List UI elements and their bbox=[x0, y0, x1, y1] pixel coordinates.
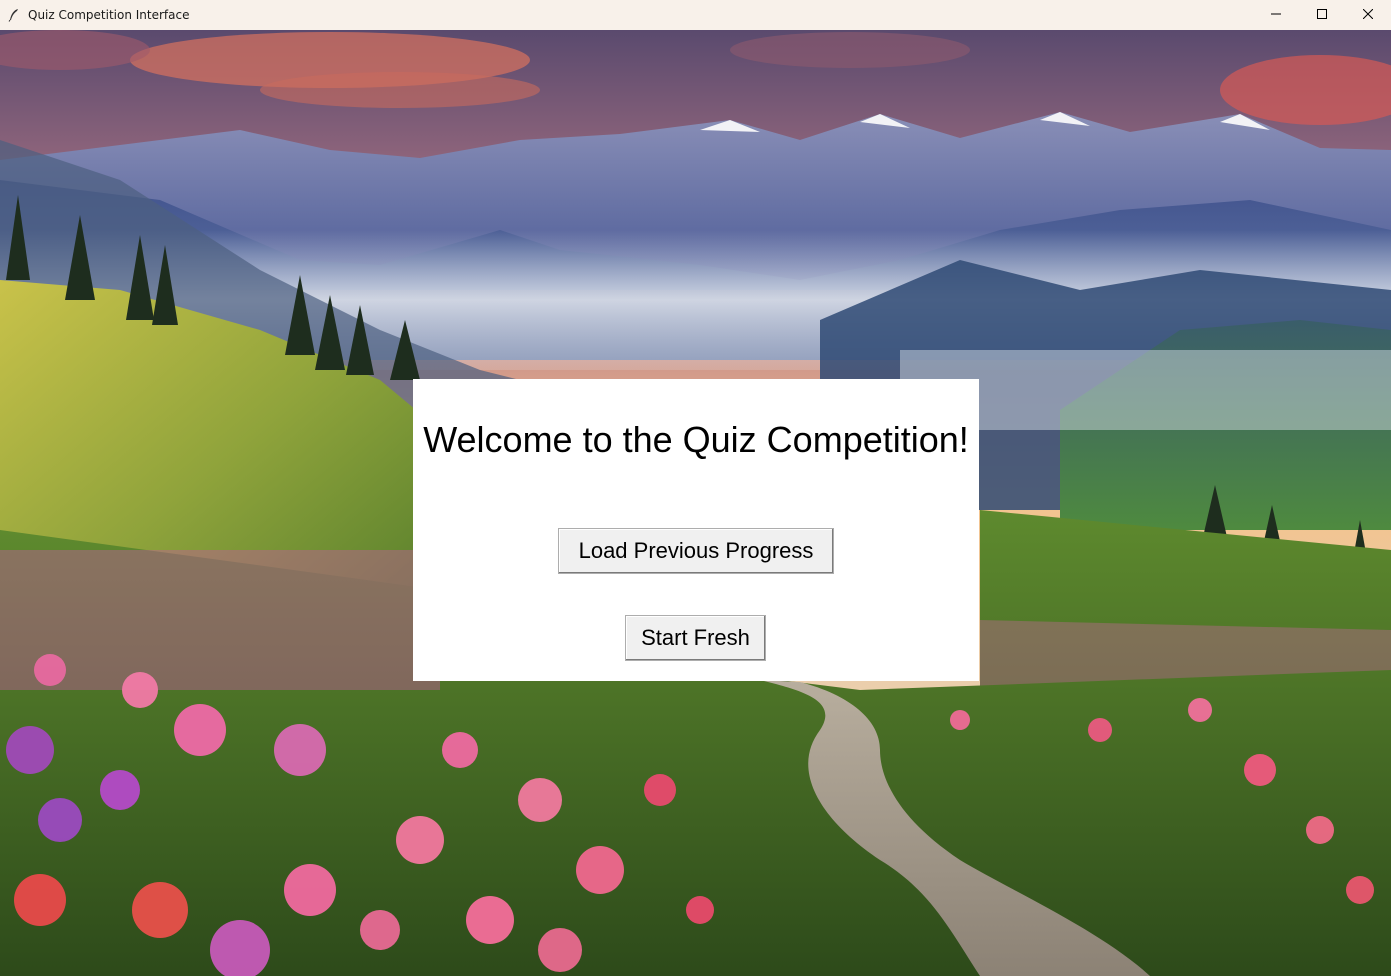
start-fresh-button[interactable]: Start Fresh bbox=[625, 615, 766, 661]
close-button[interactable] bbox=[1345, 0, 1391, 30]
minimize-icon bbox=[1271, 6, 1281, 24]
minimize-button[interactable] bbox=[1253, 0, 1299, 30]
feather-icon bbox=[6, 7, 22, 23]
welcome-panel: Welcome to the Quiz Competition! Load Pr… bbox=[413, 379, 979, 681]
welcome-heading: Welcome to the Quiz Competition! bbox=[423, 419, 969, 460]
maximize-icon bbox=[1317, 6, 1327, 24]
load-previous-progress-button[interactable]: Load Previous Progress bbox=[558, 528, 834, 574]
window-title: Quiz Competition Interface bbox=[28, 8, 190, 22]
title-bar[interactable]: Quiz Competition Interface bbox=[0, 0, 1391, 30]
app-window: Quiz Competition Interface Welcome to th… bbox=[0, 0, 1391, 976]
window-controls bbox=[1253, 0, 1391, 30]
close-icon bbox=[1362, 6, 1374, 24]
maximize-button[interactable] bbox=[1299, 0, 1345, 30]
